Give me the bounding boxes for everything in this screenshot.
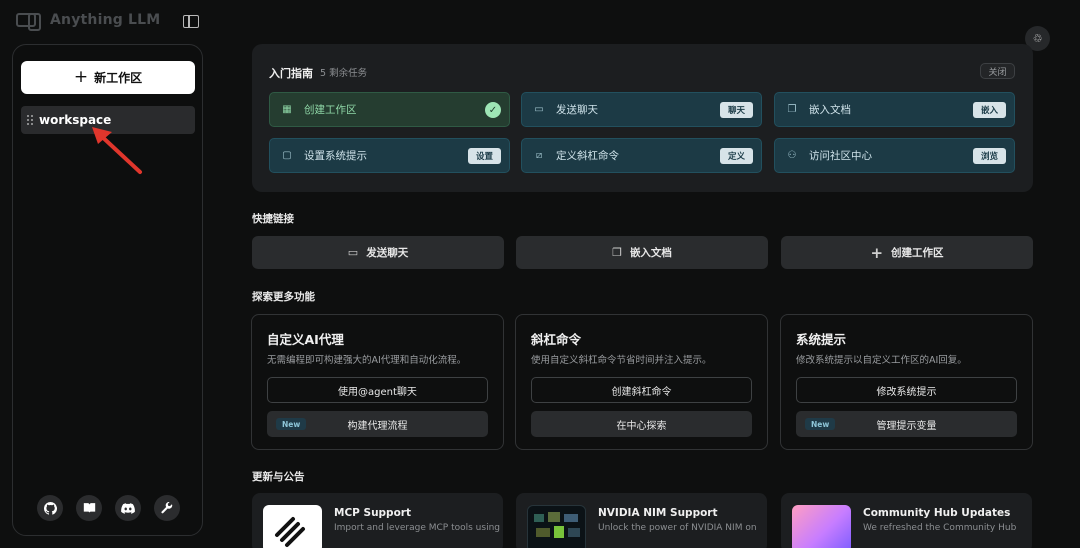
updates-title: 更新与公告 <box>252 471 305 483</box>
check-icon: ✓ <box>485 102 501 118</box>
browse-button[interactable]: 浏览 <box>972 148 1006 164</box>
news-title: Community Hub Updates <box>863 507 1011 519</box>
logo-mark-icon <box>16 13 41 31</box>
drag-handle-icon[interactable] <box>27 114 33 126</box>
monitor-icon: ▢ <box>282 150 292 161</box>
task-system-prompt[interactable]: ▢ 设置系统提示 设置 <box>269 138 510 173</box>
plus-icon: + <box>870 243 884 262</box>
agent-chat-button[interactable]: 使用@agent聊天 <box>267 377 488 403</box>
task-community-hub[interactable]: ⚇ 访问社区中心 浏览 <box>774 138 1015 173</box>
quick-links-title: 快捷链接 <box>252 213 294 225</box>
mcp-thumbnail <box>263 505 322 548</box>
news-description: Unlock the power of NVIDIA NIM on <box>598 523 757 533</box>
feature-title: 斜杠命令 <box>531 332 582 347</box>
plus-icon: + <box>73 67 89 87</box>
new-workspace-button[interactable]: + 新工作区 <box>21 61 195 94</box>
annotation-arrow-icon <box>92 127 142 174</box>
close-guide-button[interactable]: 关闭 <box>980 63 1015 79</box>
community-hub-thumbnail <box>792 505 851 548</box>
feature-card-system-prompt: 系统提示 修改系统提示以自定义工作区的AI回复。 修改系统提示 New 管理提示… <box>780 314 1033 450</box>
news-title: NVIDIA NIM Support <box>598 507 718 519</box>
remaining-tasks-count: 5 剩余任务 <box>320 68 368 79</box>
feature-card-slash-commands: 斜杠命令 使用自定义斜杠命令节省时间并注入提示。 创建斜杠命令 在中心探索 <box>515 314 768 450</box>
feature-description: 无需编程即可构建强大的AI代理和自动化流程。 <box>267 355 467 366</box>
manage-prompt-variables-button[interactable]: New 管理提示变量 <box>796 411 1017 437</box>
grid-icon: ▦ <box>282 104 292 115</box>
new-workspace-label: 新工作区 <box>94 71 143 85</box>
define-button[interactable]: 定义 <box>719 148 753 164</box>
feature-title: 自定义AI代理 <box>267 332 344 347</box>
button-label: 管理提示变量 <box>876 420 937 432</box>
task-create-workspace[interactable]: ▦ 创建工作区 ✓ <box>269 92 510 127</box>
task-embed-document[interactable]: ❐ 嵌入文档 嵌入 <box>774 92 1015 127</box>
news-item-mcp[interactable]: MCP Support Import and leverage MCP tool… <box>252 493 503 548</box>
nvidia-thumbnail <box>527 505 586 548</box>
onboarding-panel: 入门指南 5 剩余任务 关闭 ▦ 创建工作区 ✓ ▭ 发送聊天 聊天 ❐ 嵌入文… <box>252 44 1033 192</box>
slash-icon: ⧄ <box>535 150 543 161</box>
chat-icon: ▭ <box>534 104 544 115</box>
feature-description: 修改系统提示以自定义工作区的AI回复。 <box>796 355 967 366</box>
community-icon: ⚇ <box>787 150 797 161</box>
task-label: 发送聊天 <box>556 104 598 116</box>
quick-link-label: 嵌入文档 <box>629 247 672 259</box>
news-title: MCP Support <box>334 507 411 519</box>
feature-description: 使用自定义斜杠命令节省时间并注入提示。 <box>531 355 712 366</box>
setup-button[interactable]: 设置 <box>467 148 501 164</box>
document-icon: ❐ <box>612 246 622 259</box>
news-description: Import and leverage MCP tools using <box>334 523 500 533</box>
docs-book-icon[interactable] <box>76 495 102 521</box>
chat-icon: ▭ <box>347 246 359 259</box>
new-badge: New <box>276 418 307 430</box>
sidebar-toggle-icon[interactable] <box>183 15 199 28</box>
task-label: 访问社区中心 <box>809 150 872 162</box>
task-label: 设置系统提示 <box>304 150 367 162</box>
quick-link-label: 创建工作区 <box>891 247 944 259</box>
news-item-nvidia-nim[interactable]: NVIDIA NIM Support Unlock the power of N… <box>516 493 767 548</box>
quick-send-chat-button[interactable]: ▭ 发送聊天 <box>252 236 504 269</box>
document-icon: ❐ <box>787 104 797 115</box>
explore-hub-button[interactable]: 在中心探索 <box>531 411 752 437</box>
wrench-icon[interactable] <box>154 495 180 521</box>
task-label: 定义斜杠命令 <box>556 150 619 162</box>
quick-embed-document-button[interactable]: ❐ 嵌入文档 <box>516 236 768 269</box>
news-description: We refreshed the Community Hub <box>863 523 1017 533</box>
button-label: 构建代理流程 <box>347 420 408 432</box>
feature-title: 系统提示 <box>796 332 847 347</box>
task-label: 创建工作区 <box>304 104 357 116</box>
task-send-chat[interactable]: ▭ 发送聊天 聊天 <box>521 92 762 127</box>
build-agent-flow-button[interactable]: New 构建代理流程 <box>267 411 488 437</box>
news-item-community-hub[interactable]: Community Hub Updates We refreshed the C… <box>781 493 1032 548</box>
sidebar-footer <box>37 495 180 521</box>
new-badge: New <box>805 418 836 430</box>
discord-icon[interactable] <box>115 495 141 521</box>
quick-link-label: 发送聊天 <box>366 247 409 259</box>
guide-title: 入门指南 <box>269 67 313 80</box>
create-slash-command-button[interactable]: 创建斜杠命令 <box>531 377 752 403</box>
task-slash-command[interactable]: ⧄ 定义斜杠命令 定义 <box>521 138 762 173</box>
app-logo: Anything LLM <box>16 12 161 31</box>
chat-button[interactable]: 聊天 <box>719 102 753 118</box>
explore-title: 探索更多功能 <box>252 291 315 303</box>
github-icon[interactable] <box>37 495 63 521</box>
embed-button[interactable]: 嵌入 <box>972 102 1006 118</box>
quick-create-workspace-button[interactable]: + 创建工作区 <box>781 236 1033 269</box>
feature-card-ai-agent: 自定义AI代理 无需编程即可构建强大的AI代理和自动化流程。 使用@agent聊… <box>251 314 504 450</box>
task-label: 嵌入文档 <box>809 104 851 116</box>
edit-system-prompt-button[interactable]: 修改系统提示 <box>796 377 1017 403</box>
logo-text: Anything LLM <box>50 12 161 28</box>
sidebar: + 新工作区 workspace <box>12 44 203 536</box>
